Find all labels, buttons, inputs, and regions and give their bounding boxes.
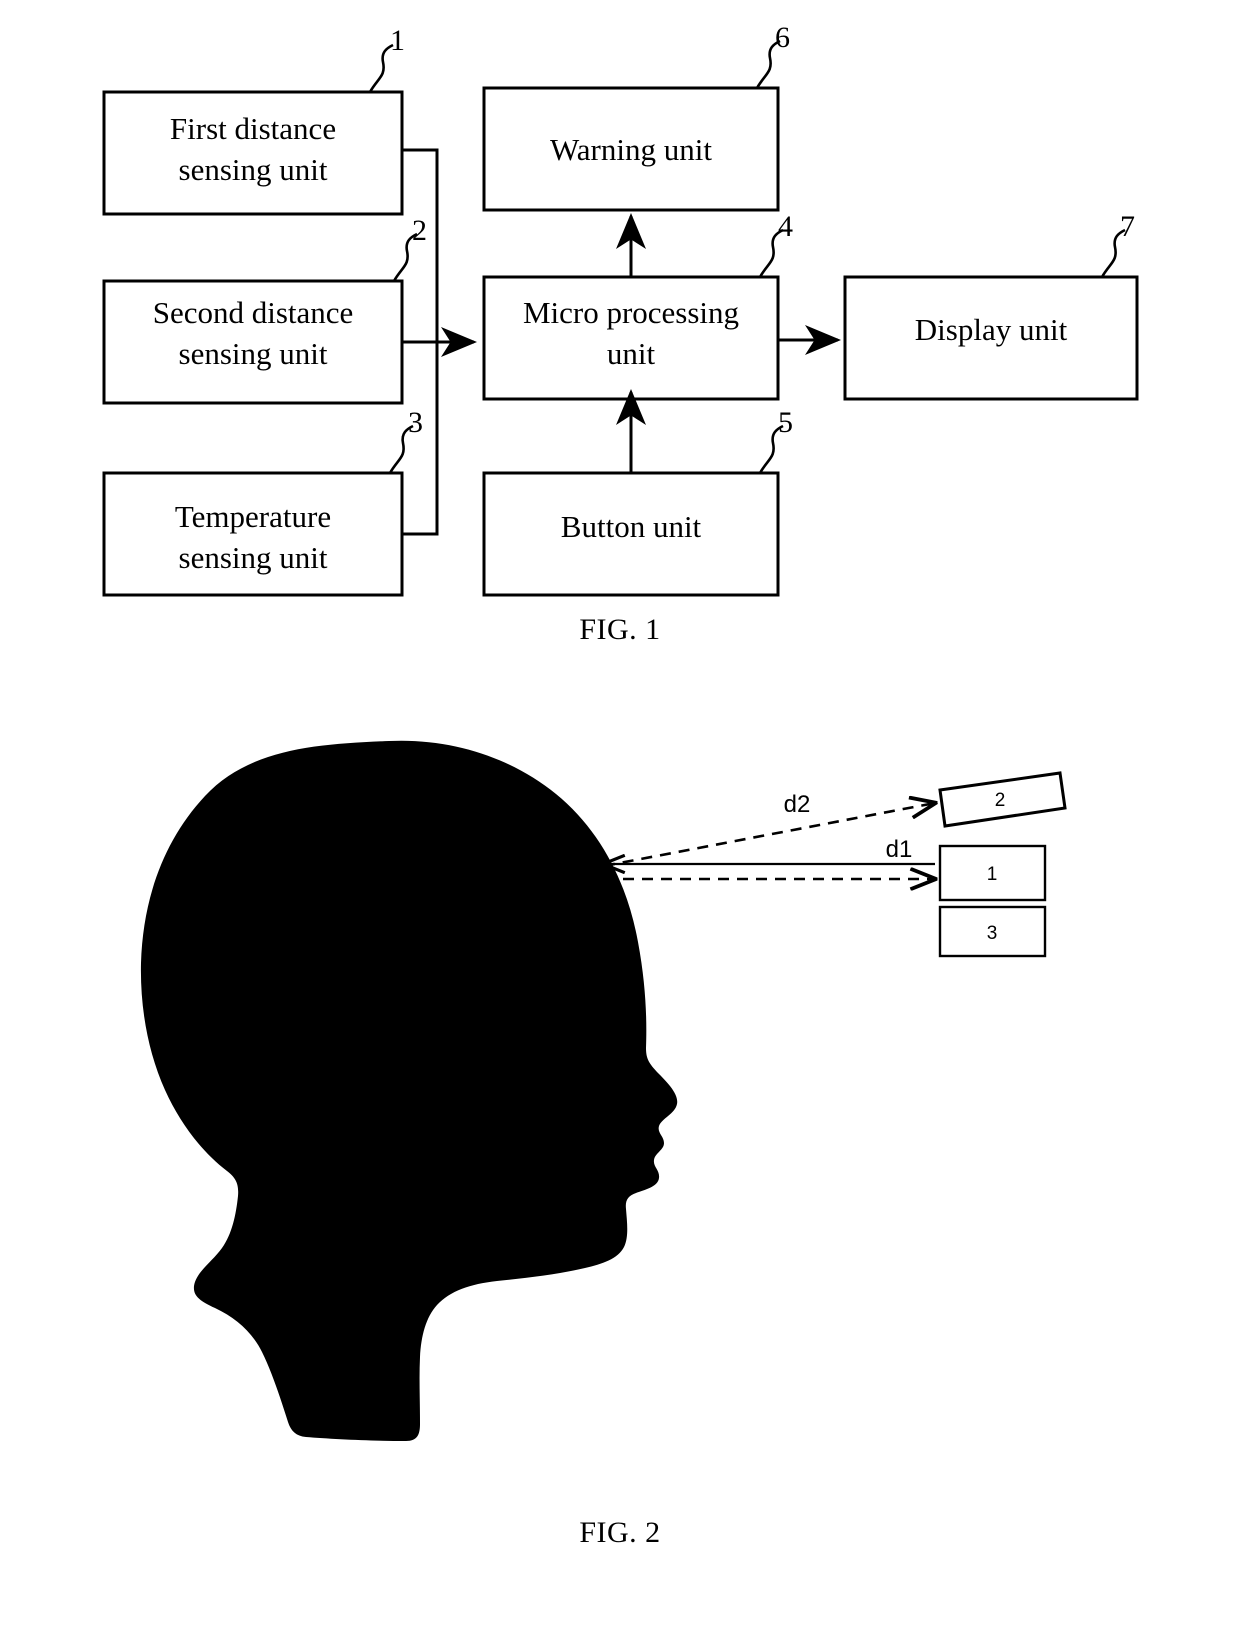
ref-number-4: 4 bbox=[778, 210, 793, 243]
ref-number-1: 1 bbox=[390, 24, 405, 57]
block-button-unit[interactable]: Button unit 5 bbox=[482, 406, 793, 597]
block-label-line1: Micro processing bbox=[523, 295, 739, 330]
block-label-line2: unit bbox=[607, 336, 656, 371]
sensor-label-2: 2 bbox=[995, 790, 1006, 811]
block-temperature-sensing-unit[interactable]: Temperature sensing unit 3 bbox=[102, 406, 423, 597]
block-label-line1: Temperature bbox=[175, 499, 331, 534]
ref-number-7: 7 bbox=[1120, 210, 1135, 243]
ref-number-6: 6 bbox=[775, 21, 790, 54]
block-micro-processing-unit[interactable]: Micro processing unit 4 bbox=[482, 210, 793, 401]
sensor-box-2[interactable]: 2 bbox=[938, 771, 1067, 828]
distance-label-d2: d2 bbox=[784, 791, 811, 818]
block-label-line1: Button unit bbox=[561, 509, 702, 544]
figure-1-caption: FIG. 1 bbox=[579, 613, 661, 646]
sensor-label-3: 3 bbox=[987, 923, 998, 944]
ref-number-5: 5 bbox=[778, 406, 793, 439]
sensor-box-3[interactable]: 3 bbox=[938, 905, 1047, 958]
sensor-label-1: 1 bbox=[987, 864, 998, 885]
sensor-box-1[interactable]: 1 bbox=[938, 844, 1047, 902]
block-label-line1: Warning unit bbox=[550, 132, 712, 167]
block-display-unit[interactable]: Display unit 7 bbox=[843, 210, 1139, 401]
block-label-line1: Second distance bbox=[153, 295, 354, 330]
figures-svg: First distance sensing unit 1 Second dis… bbox=[102, 21, 1139, 1441]
block-label-line2: sensing unit bbox=[179, 336, 328, 371]
figure-1: First distance sensing unit 1 Second dis… bbox=[102, 21, 1139, 597]
figure-2-caption: FIG. 2 bbox=[579, 1516, 661, 1549]
block-second-distance-sensing-unit[interactable]: Second distance sensing unit 2 bbox=[102, 214, 427, 405]
ref-number-3: 3 bbox=[408, 406, 423, 439]
patent-drawing-sheet: First distance sensing unit 1 Second dis… bbox=[0, 0, 1240, 1629]
block-label-line1: Display unit bbox=[915, 312, 1068, 347]
ref-number-2: 2 bbox=[412, 214, 427, 247]
block-label-line2: sensing unit bbox=[179, 540, 328, 575]
block-warning-unit[interactable]: Warning unit 6 bbox=[482, 21, 790, 212]
block-label-line2: sensing unit bbox=[179, 152, 328, 187]
block-first-distance-sensing-unit[interactable]: First distance sensing unit 1 bbox=[102, 24, 405, 216]
head-silhouette bbox=[140, 740, 678, 1441]
block-label-line1: First distance bbox=[170, 111, 336, 146]
distance-label-d1: d1 bbox=[886, 836, 913, 863]
figure-2: d2 d1 2 1 3 bbox=[140, 740, 1067, 1441]
